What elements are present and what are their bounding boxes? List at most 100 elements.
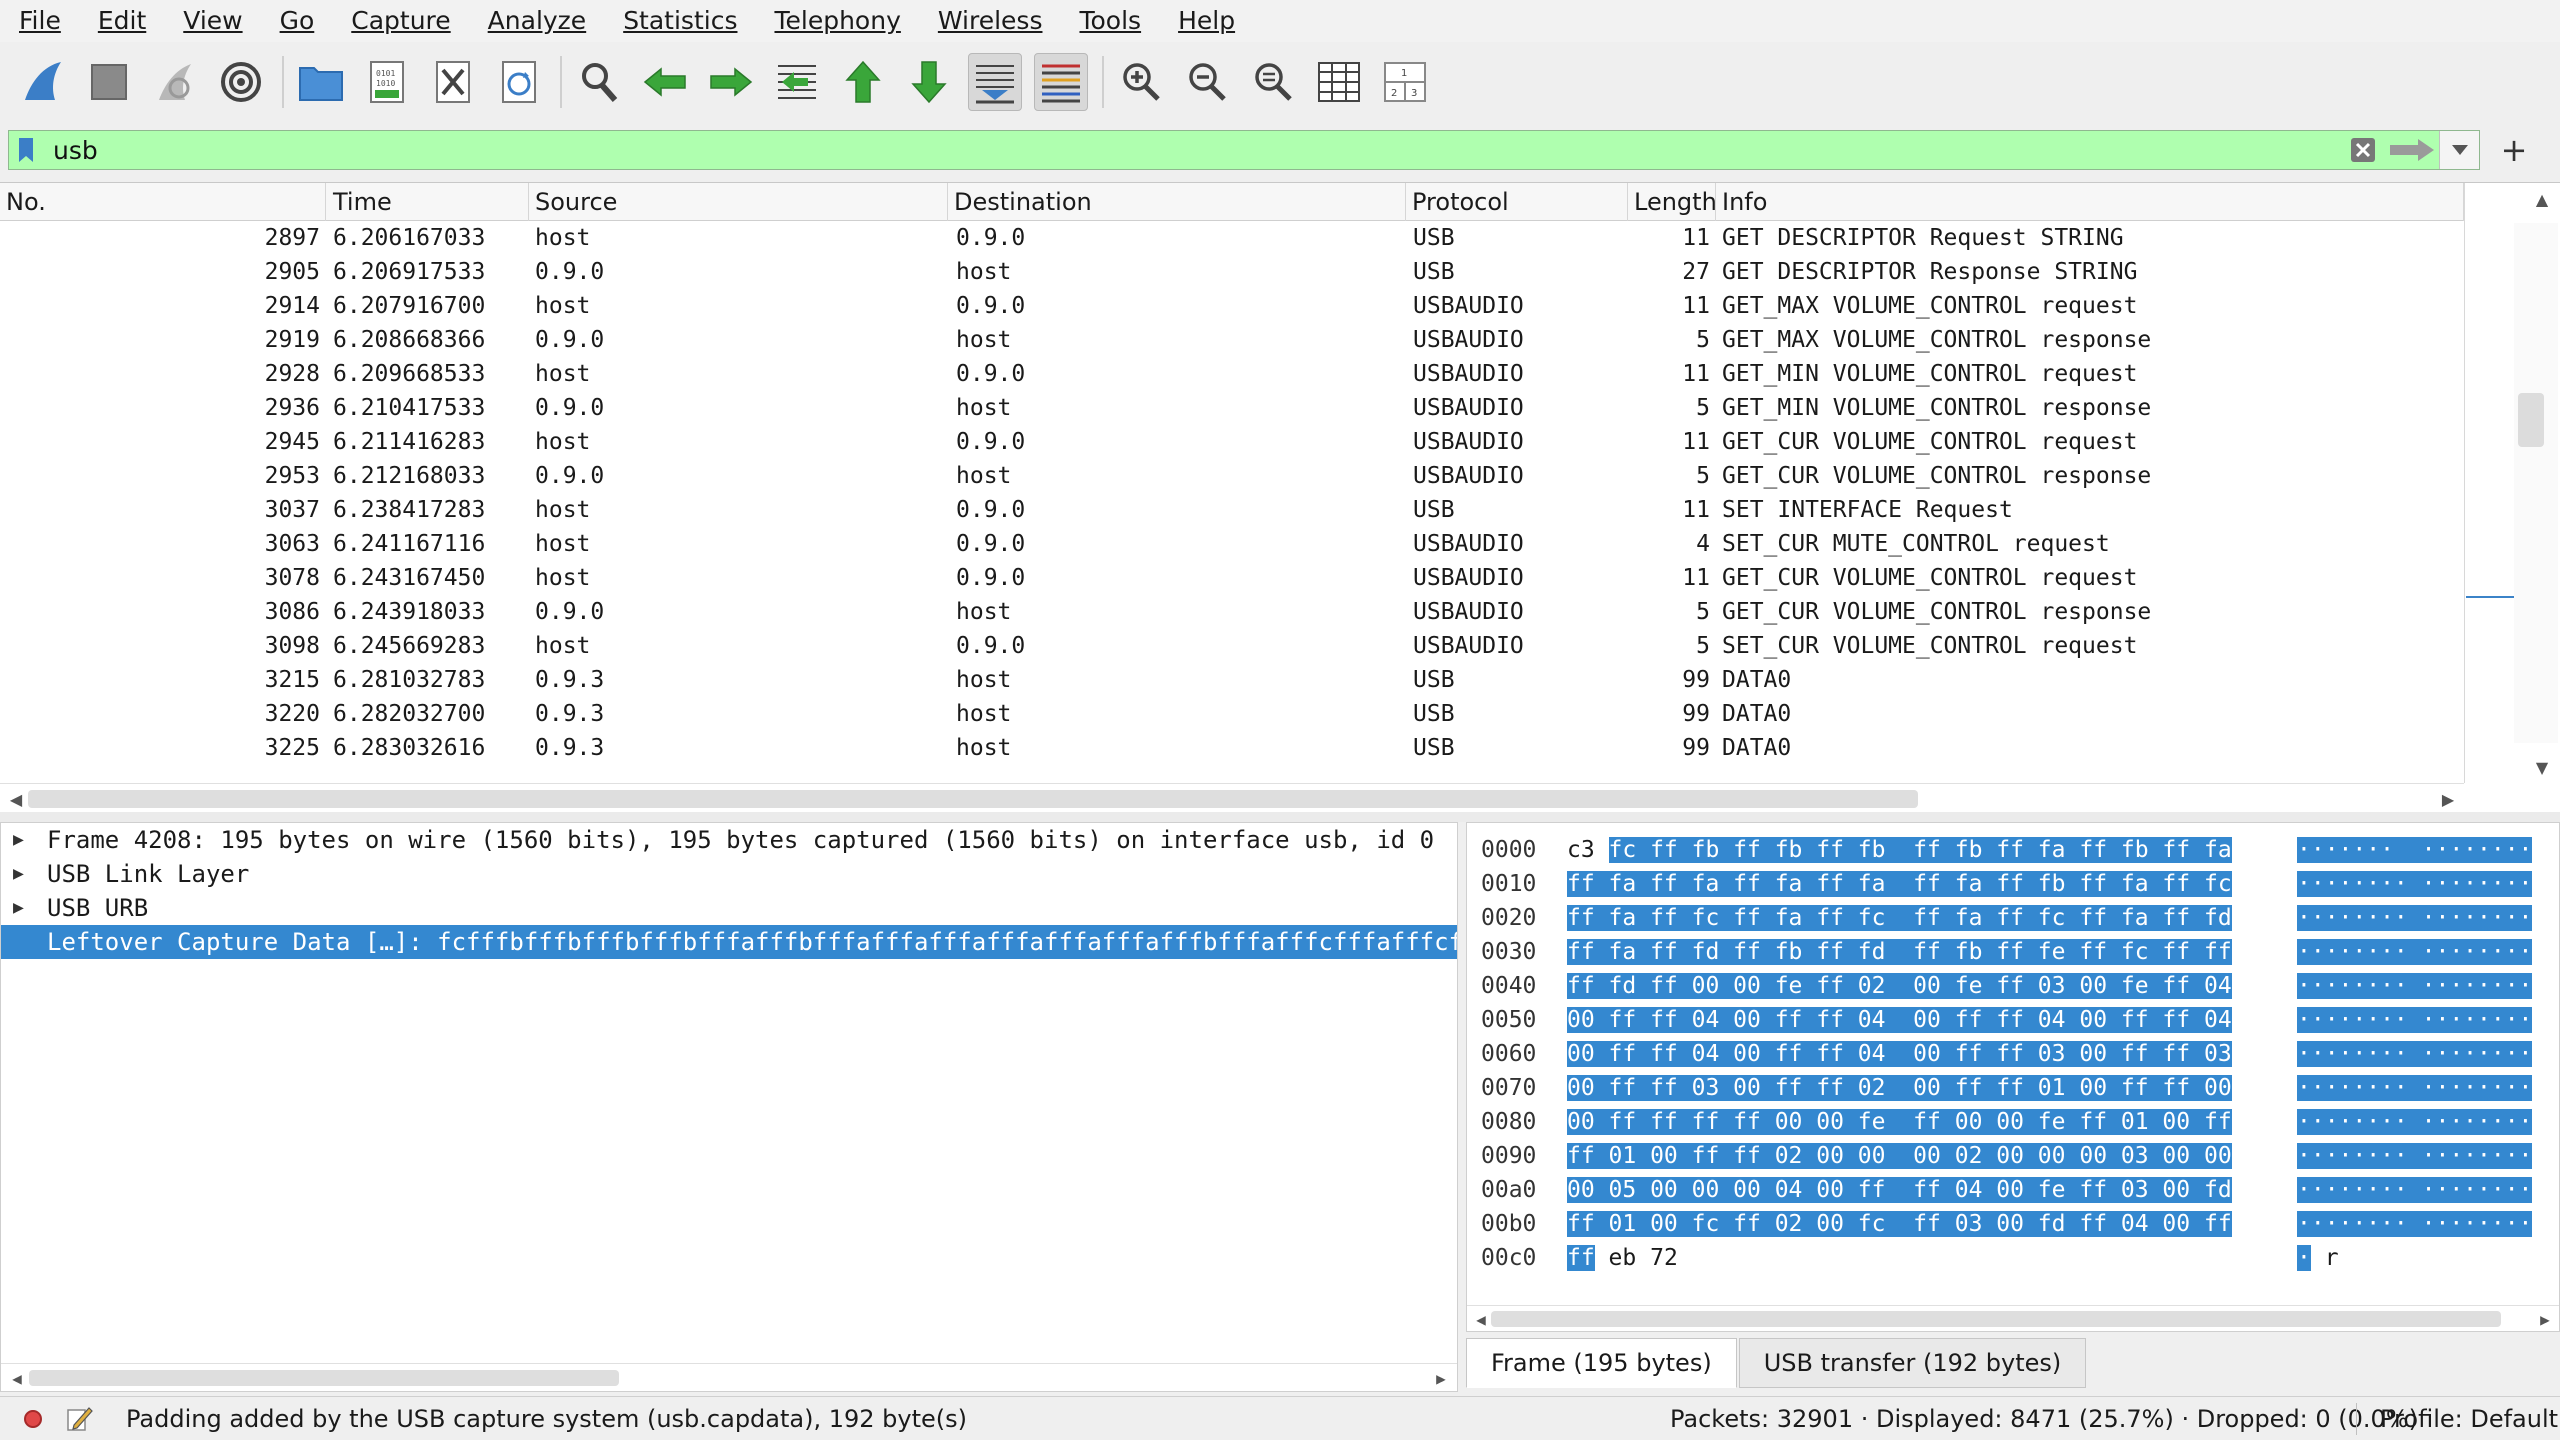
column-header-protocol[interactable]: Protocol: [1406, 183, 1628, 221]
details-tree-item[interactable]: ▶ USB URB: [1, 891, 1457, 925]
menu-help[interactable]: Help: [1159, 0, 1253, 42]
packet-row[interactable]: 2914 6.207916700 host 0.9.0 USBAUDIO 11 GET_MA…: [0, 289, 2464, 323]
go-to-packet-icon[interactable]: [770, 53, 824, 111]
packet-list-horizontal-scroll-thumb[interactable]: [28, 790, 1918, 808]
menu-telephony[interactable]: Telephony: [755, 0, 918, 42]
zoom-normal-icon[interactable]: [1246, 53, 1300, 111]
go-back-icon[interactable]: [638, 53, 692, 111]
packet-row[interactable]: 3063 6.241167116 host 0.9.0 USBAUDIO 4 SET_CUR…: [0, 527, 2464, 561]
stop-capture-icon[interactable]: [82, 53, 136, 111]
column-header-destination[interactable]: Destination: [948, 183, 1406, 221]
pane-splitter[interactable]: [0, 812, 2560, 822]
hex-row[interactable]: 0060 00 ff ff 04 00 ff ff 04 00 ff ff 03 …: [1467, 1037, 2557, 1071]
details-tree-item[interactable]: ▶ Frame 4208: 195 bytes on wire (1560 bit…: [1, 823, 1457, 857]
close-file-icon[interactable]: [426, 53, 480, 111]
scroll-right-arrow-icon[interactable]: ▶: [2434, 785, 2462, 813]
shark-fin-start-icon[interactable]: [16, 53, 70, 111]
resize-columns-icon[interactable]: [1312, 53, 1366, 111]
packet-row[interactable]: 2905 6.206917533 0.9.0 host USB 27 GET DESCRIP…: [0, 255, 2464, 289]
menu-capture[interactable]: Capture: [332, 0, 468, 42]
scroll-right-arrow-icon[interactable]: ▶: [1427, 1364, 1455, 1392]
scroll-left-arrow-icon[interactable]: ◀: [2, 785, 30, 813]
packet-row[interactable]: 3086 6.243918033 0.9.0 host USBAUDIO 5 GET_CUR…: [0, 595, 2464, 629]
hex-row[interactable]: 00b0 ff 01 00 fc ff 02 00 fc ff 03 00 fd …: [1467, 1207, 2557, 1241]
go-last-icon[interactable]: [902, 53, 956, 111]
scroll-left-arrow-icon[interactable]: ◀: [3, 1364, 31, 1392]
menu-edit[interactable]: Edit: [79, 0, 164, 42]
expand-arrow-icon[interactable]: ▶: [13, 891, 33, 925]
bytes-horizontal-scroll-thumb[interactable]: [1491, 1311, 2501, 1327]
open-file-icon[interactable]: [294, 53, 348, 111]
expert-info-red-icon[interactable]: [24, 1409, 42, 1428]
bytes-horizontal-scrollbar[interactable]: ◀ ▶: [1467, 1305, 2559, 1331]
packet-row[interactable]: 3215 6.281032783 0.9.3 host USB 99 DATA0: [0, 663, 2464, 697]
restart-capture-icon[interactable]: [148, 53, 202, 111]
menu-statistics[interactable]: Statistics: [604, 0, 755, 42]
column-header-no[interactable]: No.: [0, 183, 326, 221]
apply-filter-arrow-icon[interactable]: [2385, 131, 2439, 169]
scroll-up-arrow-icon[interactable]: ▲: [2528, 185, 2556, 213]
hex-row[interactable]: 0010 ff fa ff fa ff fa ff fa ff fa ff fb …: [1467, 867, 2557, 901]
menu-wireless[interactable]: Wireless: [919, 0, 1061, 42]
expand-arrow-icon[interactable]: ▶: [13, 823, 33, 857]
scroll-left-arrow-icon[interactable]: ◀: [1467, 1305, 1495, 1333]
packet-row[interactable]: 2919 6.208668366 0.9.0 host USBAUDIO 5 GET_MAX…: [0, 323, 2464, 357]
menu-view[interactable]: View: [164, 0, 260, 42]
packet-list-horizontal-scrollbar[interactable]: ◀ ▶: [0, 783, 2464, 813]
zoom-in-icon[interactable]: [1114, 53, 1168, 111]
column-header-time[interactable]: Time: [327, 183, 529, 221]
zoom-out-icon[interactable]: [1180, 53, 1234, 111]
capture-comment-pencil-icon[interactable]: [64, 1404, 94, 1434]
column-header-length[interactable]: Length: [1628, 183, 1716, 221]
tab-frame-bytes[interactable]: Frame (195 bytes): [1466, 1338, 1737, 1388]
packet-row[interactable]: 2936 6.210417533 0.9.0 host USBAUDIO 5 GET_MIN…: [0, 391, 2464, 425]
hex-row[interactable]: 0090 ff 01 00 ff ff 02 00 00 00 02 00 00 …: [1467, 1139, 2557, 1173]
details-horizontal-scrollbar[interactable]: ◀ ▶: [1, 1363, 1457, 1391]
find-packet-icon[interactable]: [572, 53, 626, 111]
hex-row[interactable]: 0040 ff fd ff 00 00 fe ff 02 00 fe ff 03 …: [1467, 969, 2557, 1003]
scroll-right-arrow-icon[interactable]: ▶: [2531, 1305, 2559, 1333]
scroll-down-arrow-icon[interactable]: ▼: [2528, 753, 2556, 781]
add-filter-button-plus-icon[interactable]: +: [2494, 130, 2534, 170]
hex-row[interactable]: 0020 ff fa ff fc ff fa ff fc ff fa ff fc …: [1467, 901, 2557, 935]
reload-file-icon[interactable]: [492, 53, 546, 111]
packet-row[interactable]: 3220 6.282032700 0.9.3 host USB 99 DATA0: [0, 697, 2464, 731]
save-file-icon[interactable]: 0101 1010: [360, 53, 414, 111]
hex-row[interactable]: 00a0 00 05 00 00 00 04 00 ff ff 04 00 fe …: [1467, 1173, 2557, 1207]
go-forward-icon[interactable]: [704, 53, 758, 111]
packet-row[interactable]: 3078 6.243167450 host 0.9.0 USBAUDIO 11 GET_CU…: [0, 561, 2464, 595]
profile-indicator[interactable]: Profile: Default: [2380, 1405, 2558, 1433]
capture-options-icon[interactable]: [214, 53, 268, 111]
hex-row[interactable]: 00c0 ff eb 72 · r: [1467, 1241, 2557, 1275]
tab-usb-transfer-bytes[interactable]: USB transfer (192 bytes): [1738, 1338, 2087, 1388]
filter-history-chevron-down-icon[interactable]: [2439, 131, 2479, 169]
details-tree-item[interactable]: ▶ USB Link Layer: [1, 857, 1457, 891]
hex-row[interactable]: 0030 ff fa ff fd ff fb ff fd ff fb ff fe …: [1467, 935, 2557, 969]
packet-row[interactable]: 3037 6.238417283 host 0.9.0 USB 11 SET INTERFA…: [0, 493, 2464, 527]
expand-arrow-icon[interactable]: ▶: [13, 857, 33, 891]
packet-row[interactable]: 2928 6.209668533 host 0.9.0 USBAUDIO 11 GET_MI…: [0, 357, 2464, 391]
hex-row[interactable]: 0070 00 ff ff 03 00 ff ff 02 00 ff ff 01 …: [1467, 1071, 2557, 1105]
autoscroll-icon[interactable]: [968, 53, 1022, 111]
menu-analyze[interactable]: Analyze: [469, 0, 605, 42]
packet-row[interactable]: 2945 6.211416283 host 0.9.0 USBAUDIO 11 GET_CU…: [0, 425, 2464, 459]
go-first-icon[interactable]: [836, 53, 890, 111]
packet-list-vertical-scroll-thumb[interactable]: [2518, 393, 2544, 447]
colorize-icon[interactable]: [1034, 53, 1088, 111]
filter-bookmark-icon[interactable]: [9, 131, 43, 169]
details-horizontal-scroll-thumb[interactable]: [29, 1370, 619, 1386]
packet-list-vertical-scrollbar[interactable]: [2514, 223, 2558, 743]
packet-row[interactable]: 3225 6.283032616 0.9.3 host USB 99 DATA0: [0, 731, 2464, 763]
packet-row[interactable]: 2953 6.212168033 0.9.0 host USBAUDIO 5 GET_CUR…: [0, 459, 2464, 493]
packet-row[interactable]: 3098 6.245669283 host 0.9.0 USBAUDIO 5 SET_CUR…: [0, 629, 2464, 663]
column-header-source[interactable]: Source: [529, 183, 948, 221]
menu-go[interactable]: Go: [261, 0, 333, 42]
menu-file[interactable]: File: [0, 0, 79, 42]
clear-filter-icon[interactable]: [2341, 131, 2385, 169]
hex-row[interactable]: 0000 c3 fc ff fb ff fb ff fb ff fb ff fa …: [1467, 833, 2557, 867]
hex-row[interactable]: 0050 00 ff ff 04 00 ff ff 04 00 ff ff 04 …: [1467, 1003, 2557, 1037]
hex-row[interactable]: 0080 00 ff ff ff ff 00 00 fe ff 00 00 fe …: [1467, 1105, 2557, 1139]
display-filter-input[interactable]: [43, 131, 2341, 169]
layout-icon[interactable]: 12 3: [1378, 53, 1432, 111]
menu-tools[interactable]: Tools: [1060, 0, 1159, 42]
